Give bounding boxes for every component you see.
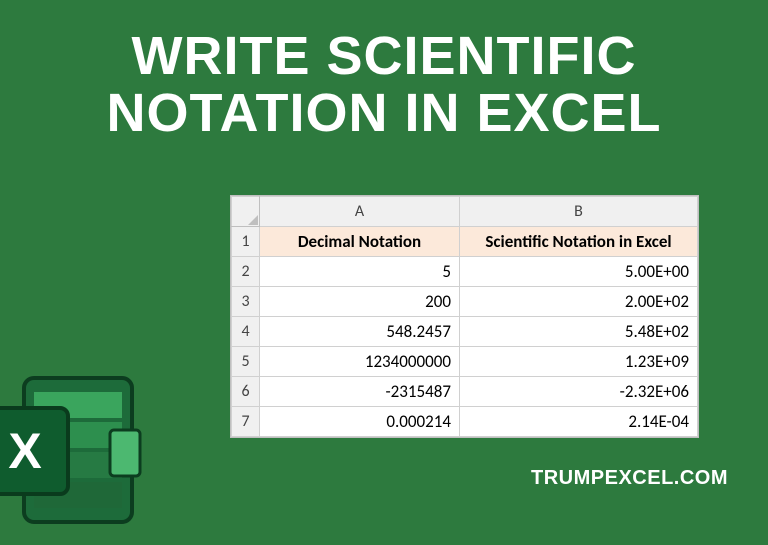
title-line-1: WRITE SCIENTIFIC — [0, 28, 768, 85]
cell-b3[interactable]: 2.00E+02 — [460, 287, 698, 317]
title-line-2: NOTATION IN EXCEL — [0, 85, 768, 142]
cell-b1[interactable]: Scientific Notation in Excel — [460, 227, 698, 257]
cell-b2[interactable]: 5.00E+00 — [460, 257, 698, 287]
row-header-7[interactable]: 7 — [232, 407, 260, 437]
cell-a4[interactable]: 548.2457 — [260, 317, 460, 347]
footer-brand: TRUMPEXCEL.COM — [531, 467, 728, 490]
svg-text:X: X — [8, 423, 41, 479]
cell-b6[interactable]: -2.32E+06 — [460, 377, 698, 407]
cell-b5[interactable]: 1.23E+09 — [460, 347, 698, 377]
row-header-6[interactable]: 6 — [232, 377, 260, 407]
cell-b4[interactable]: 5.48E+02 — [460, 317, 698, 347]
row-header-2[interactable]: 2 — [232, 257, 260, 287]
excel-icon: X — [0, 360, 152, 540]
cell-a6[interactable]: -2315487 — [260, 377, 460, 407]
row-header-3[interactable]: 3 — [232, 287, 260, 317]
page-title: WRITE SCIENTIFIC NOTATION IN EXCEL — [0, 0, 768, 141]
cell-a3[interactable]: 200 — [260, 287, 460, 317]
cell-a5[interactable]: 1234000000 — [260, 347, 460, 377]
cell-b7[interactable]: 2.14E-04 — [460, 407, 698, 437]
row-header-1[interactable]: 1 — [232, 227, 260, 257]
select-all-corner[interactable] — [232, 197, 260, 227]
column-header-a[interactable]: A — [260, 197, 460, 227]
spreadsheet-table: A B 1 Decimal Notation Scientific Notati… — [230, 195, 699, 438]
cell-a2[interactable]: 5 — [260, 257, 460, 287]
cell-a1[interactable]: Decimal Notation — [260, 227, 460, 257]
column-header-b[interactable]: B — [460, 197, 698, 227]
row-header-4[interactable]: 4 — [232, 317, 260, 347]
cell-a7[interactable]: 0.000214 — [260, 407, 460, 437]
row-header-5[interactable]: 5 — [232, 347, 260, 377]
